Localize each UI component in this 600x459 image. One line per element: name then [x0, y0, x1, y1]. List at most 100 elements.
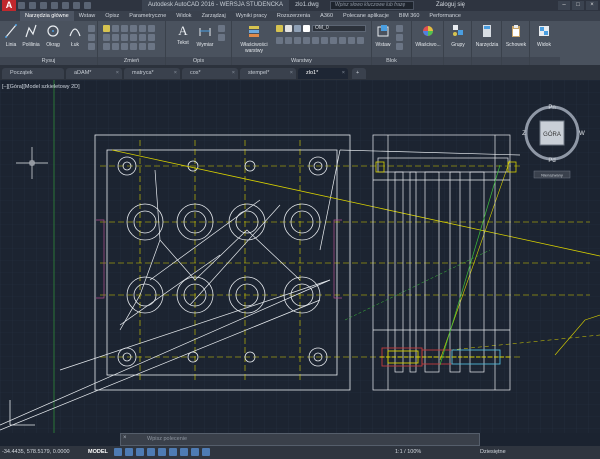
lock-icon[interactable] [294, 25, 301, 32]
login-button[interactable]: Zaloguj się [436, 1, 465, 10]
tab-bim360[interactable]: BIM 360 [394, 11, 424, 21]
copy-icon[interactable] [103, 34, 110, 41]
rectangle-icon[interactable] [88, 25, 95, 32]
dimension-button[interactable]: Wymiar [196, 24, 214, 48]
bulb-icon[interactable] [276, 25, 283, 32]
circle-button[interactable]: Okrąg [44, 24, 62, 48]
clipboard-button[interactable]: Schowek [505, 24, 527, 48]
stretch-icon[interactable] [139, 34, 146, 41]
lineweight-toggle-icon[interactable] [180, 448, 188, 456]
app-menu-button[interactable]: A [2, 0, 16, 11]
title-tab-app[interactable]: Autodesk AutoCAD 2016 - WERSJA STUDENCKA [142, 0, 290, 11]
save-icon[interactable] [40, 2, 47, 9]
join-icon[interactable] [121, 43, 128, 50]
layer-previous-icon[interactable] [294, 37, 301, 44]
close-tab-icon[interactable]: × [174, 68, 177, 79]
scale-icon[interactable] [148, 34, 155, 41]
layer-walk-icon[interactable] [357, 37, 364, 44]
freeze-icon[interactable] [321, 37, 328, 44]
tab-parametric[interactable]: Parametryczne [124, 11, 171, 21]
new-icon[interactable] [18, 2, 25, 9]
view-button[interactable]: Widok [535, 24, 553, 48]
tab-annotate[interactable]: Opisz [100, 11, 124, 21]
selection-cycling-icon[interactable] [202, 448, 210, 456]
model-space-button[interactable]: MODEL [88, 449, 108, 455]
properties-button[interactable]: Właściwo... [414, 24, 442, 48]
trim-icon[interactable] [121, 25, 128, 32]
isolate-icon[interactable] [303, 37, 310, 44]
maximize-icon[interactable]: □ [572, 1, 584, 10]
command-line[interactable]: × Wpisz polecenie [120, 433, 480, 446]
layer-lock-icon[interactable] [339, 37, 346, 44]
close-command-line-icon[interactable]: × [123, 435, 127, 441]
break-icon[interactable] [112, 43, 119, 50]
title-tab-file[interactable]: zlo1.dwg [289, 0, 325, 11]
arc-button[interactable]: Łuk [66, 24, 84, 48]
group-view-label[interactable] [530, 57, 560, 65]
file-tab-matryca[interactable]: matryca* × [124, 68, 180, 79]
file-tab-stempel[interactable]: stempel* × [240, 68, 296, 79]
attributes-icon[interactable] [396, 43, 403, 50]
tab-view[interactable]: Widok [171, 11, 196, 21]
line-button[interactable]: Linia [2, 24, 20, 48]
make-current-icon[interactable] [276, 37, 283, 44]
close-tab-icon[interactable]: × [116, 68, 119, 79]
leader-icon[interactable] [218, 25, 225, 32]
tab-addins[interactable]: Rozszerzenia [272, 11, 315, 21]
tab-manage[interactable]: Zarządzaj [197, 11, 231, 21]
edit-block-icon[interactable] [396, 34, 403, 41]
layer-unlock-icon[interactable] [348, 37, 355, 44]
osnap-toggle-icon[interactable] [158, 448, 166, 456]
close-tab-icon[interactable]: × [232, 68, 235, 79]
group-button[interactable]: Grupy [449, 24, 467, 48]
tab-insert[interactable]: Wstaw [74, 11, 101, 21]
layer-properties-button[interactable]: Właściwości warstwy [238, 24, 270, 54]
file-tab-zlo1[interactable]: zlo1* × [298, 68, 348, 79]
color-swatch-icon[interactable] [303, 25, 310, 32]
transparency-toggle-icon[interactable] [191, 448, 199, 456]
mirror-icon[interactable] [112, 34, 119, 41]
insert-block-button[interactable]: Wstaw [374, 24, 392, 48]
polyline-button[interactable]: Polilinia [22, 24, 40, 48]
grid-toggle-icon[interactable] [114, 448, 122, 456]
tab-performance[interactable]: Performance [424, 11, 466, 21]
units-select[interactable]: Dziesiętne [480, 449, 506, 455]
search-input[interactable]: Wpisz słowo kluczowe lub frazę [330, 1, 414, 10]
group-draw-label[interactable]: Rysuj [0, 57, 97, 65]
sun-icon[interactable] [285, 25, 292, 32]
group-modify-label[interactable]: Zmień [98, 57, 165, 65]
print-icon[interactable] [62, 2, 69, 9]
layer-select[interactable]: OM_0 [312, 25, 366, 32]
move-icon[interactable] [103, 25, 110, 32]
lengthen-icon[interactable] [139, 43, 146, 50]
group-block-label[interactable]: Blok [372, 57, 411, 65]
save-as-icon[interactable] [51, 2, 58, 9]
offset-icon[interactable] [148, 25, 155, 32]
viewcube[interactable]: GÓRA Pn Pd W Z Nienazwany [520, 100, 590, 180]
undo-icon[interactable] [73, 2, 80, 9]
file-tab-adam[interactable]: aDAM* × [66, 68, 122, 79]
group-layers-label[interactable]: Warstwy [232, 57, 371, 65]
erase-icon[interactable] [130, 25, 137, 32]
text-button[interactable]: A Tekst [174, 24, 192, 47]
new-tab-button[interactable]: + [352, 68, 366, 79]
file-tab-start[interactable]: Początek [2, 68, 64, 79]
ellipse-icon[interactable] [88, 43, 95, 50]
hatch-icon[interactable] [88, 34, 95, 41]
tab-output[interactable]: Wyniki pracy [231, 11, 272, 21]
group-annotation-label[interactable]: Opis [166, 57, 231, 65]
explode-icon[interactable] [139, 25, 146, 32]
minimize-icon[interactable]: – [558, 1, 570, 10]
extend-icon[interactable] [130, 43, 137, 50]
open-icon[interactable] [29, 2, 36, 9]
tab-home[interactable]: Narzędzia główne [20, 11, 74, 21]
tab-a360[interactable]: A360 [315, 11, 338, 21]
file-tab-cos[interactable]: cos* × [182, 68, 238, 79]
otrack-toggle-icon[interactable] [169, 448, 177, 456]
polar-toggle-icon[interactable] [147, 448, 155, 456]
match-layer-icon[interactable] [285, 37, 292, 44]
unisolate-icon[interactable] [312, 37, 319, 44]
rotate-icon[interactable] [112, 25, 119, 32]
create-block-icon[interactable] [396, 25, 403, 32]
command-input[interactable]: Wpisz polecenie [147, 436, 187, 442]
